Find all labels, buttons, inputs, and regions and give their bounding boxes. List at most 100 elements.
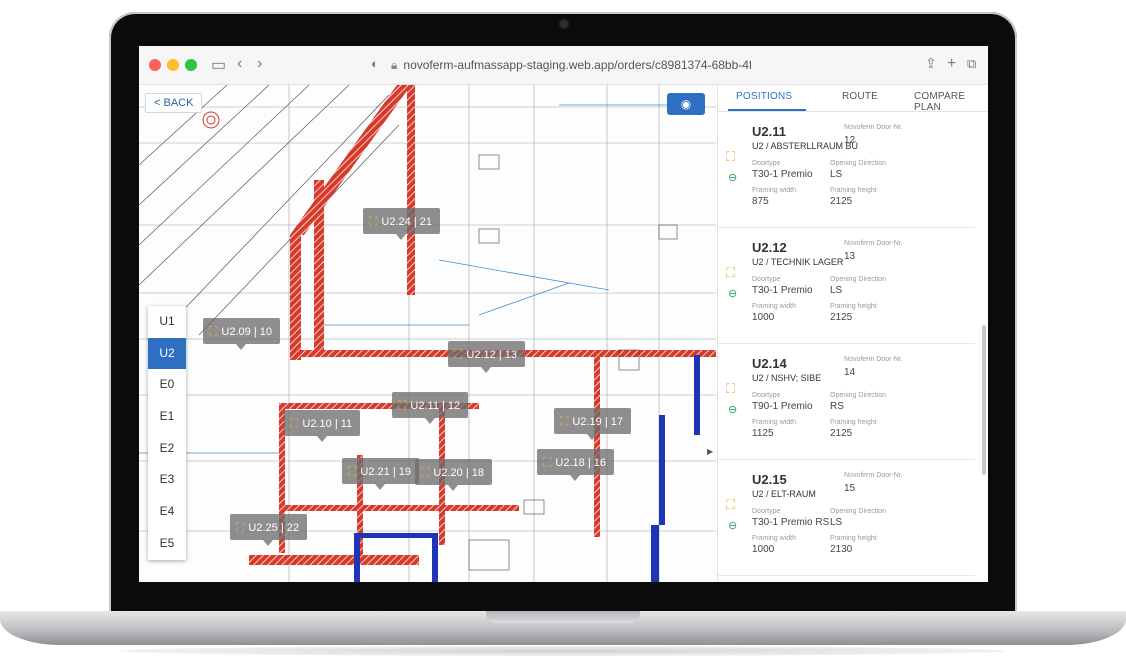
door-icon: ⛶ — [454, 347, 463, 361]
framing-height-value: 2130 — [830, 544, 853, 555]
screen: ▭ ‹ › ◐ 🔒︎ novoferm-aufmassapp-staging.we… — [139, 46, 988, 582]
position-marker[interactable]: ⛶ U2.12 | 13 — [448, 341, 525, 373]
position-card[interactable]: U2.12 U2 / TECHNIK LAGER Novoferm Door-N… — [718, 231, 975, 344]
door-icon: ⛶ — [236, 520, 245, 534]
position-marker[interactable]: ⛶ U2.21 | 19 — [342, 458, 419, 490]
position-card[interactable]: U2.11 U2 / ABSTERLLRAUM BÜ Novoferm Door… — [718, 115, 975, 228]
address-bar[interactable]: 🔒︎ novoferm-aufmassapp-staging.web.app/or… — [391, 54, 751, 76]
floor-e2[interactable]: E2 — [148, 433, 186, 465]
position-id: U2.15 — [752, 472, 787, 487]
position-marker[interactable]: ⛶ U2.20 | 18 — [415, 459, 492, 491]
url-text: novoferm-aufmassapp-staging.web.app/orde… — [403, 58, 751, 72]
marker-label: U2.18 | 16 — [555, 457, 606, 469]
position-marker[interactable]: ⛶ U2.24 | 21 — [363, 208, 440, 240]
eye-toggle-button[interactable]: ◉ — [667, 93, 705, 115]
tab-positions[interactable]: POSITIONS — [736, 91, 792, 102]
marker-label: U2.21 | 19 — [360, 466, 411, 478]
framing-height-label: Framing height — [830, 419, 877, 426]
back-label: BACK — [163, 97, 194, 109]
position-card[interactable]: U2.15 U2 / ELT-RAUM Novoferm Door-Nr. 15… — [718, 463, 975, 576]
position-card[interactable]: U2.14 U2 / NSHV; SIBE Novoferm Door-Nr. … — [718, 347, 975, 460]
position-marker[interactable]: ⛶ U2.25 | 22 — [230, 514, 307, 546]
marker-label: U2.19 | 17 — [572, 416, 623, 428]
marker-label: U2.11 | 12 — [410, 400, 461, 412]
floor-selector: U1 U2 E0 E1 E2 E3 E4 E5 — [148, 306, 186, 560]
floor-plan[interactable]: < BACK ◉ U1 U2 E0 E1 E2 E3 E4 E5 ⛶ U2.24 … — [139, 85, 716, 582]
shield-icon[interactable]: ◐ — [371, 56, 379, 71]
doortype-value: T30-1 Premio — [752, 285, 813, 296]
panel-scrollbar[interactable] — [982, 325, 986, 475]
position-room: U2 / ABSTERLLRAUM BÜ — [752, 141, 859, 151]
framing-width-label: Framing width — [752, 419, 796, 426]
door-position-icon: ⛶ — [726, 149, 736, 164]
floor-u1[interactable]: U1 — [148, 306, 186, 338]
floor-e4[interactable]: E4 — [148, 496, 186, 528]
framing-height-label: Framing height — [830, 187, 877, 194]
framing-height-value: 2125 — [830, 428, 853, 439]
new-tab-icon[interactable]: + — [947, 55, 956, 73]
position-marker[interactable]: ⛶ U2.10 | 11 — [284, 410, 361, 442]
link-icon[interactable]: ⊖ — [728, 403, 737, 416]
sidebar-icon[interactable]: ▭ — [211, 55, 226, 75]
door-icon: ⛶ — [421, 465, 430, 479]
close-window-button[interactable] — [149, 59, 161, 71]
expand-panel-icon[interactable]: ▶ — [707, 447, 713, 456]
opening-direction-label: Opening Direction — [830, 276, 887, 283]
floor-e1[interactable]: E1 — [148, 401, 186, 433]
opening-direction-value: LS — [830, 285, 843, 296]
framing-width-value: 1000 — [752, 544, 775, 555]
door-icon: ⛶ — [543, 455, 552, 469]
link-icon[interactable]: ⊖ — [728, 519, 737, 532]
door-nr-value: 15 — [844, 483, 856, 494]
position-marker[interactable]: ⛶ U2.18 | 16 — [537, 449, 614, 481]
doortype-value: T30-1 Premio — [752, 169, 813, 180]
back-button[interactable]: < BACK — [145, 93, 203, 113]
doortype-label: Doortype — [752, 160, 781, 167]
positions-panel: POSITIONS ROUTE COMPARE PLAN U2.11 U2 / … — [717, 85, 988, 582]
floor-e0[interactable]: E0 — [148, 369, 186, 401]
link-icon[interactable]: ⊖ — [728, 171, 737, 184]
door-nr-label: Novoferm Door-Nr. — [844, 472, 903, 479]
door-nr-label: Novoferm Door-Nr. — [844, 240, 903, 247]
framing-height-value: 2125 — [830, 312, 853, 323]
zoom-window-button[interactable] — [185, 59, 197, 71]
back-nav-icon[interactable]: ‹ — [237, 55, 242, 73]
door-nr-value: 13 — [844, 251, 856, 262]
door-icon: ⛶ — [290, 416, 299, 430]
marker-label: U2.12 | 13 — [466, 349, 517, 361]
door-position-icon: ⛶ — [726, 265, 736, 280]
marker-label: U2.25 | 22 — [248, 522, 299, 534]
tabs-overview-icon[interactable]: ⧉ — [967, 56, 976, 72]
doortype-value: T30-1 Premio RS — [752, 517, 830, 528]
floor-e3[interactable]: E3 — [148, 464, 186, 496]
position-marker[interactable]: ⛶ U2.19 | 17 — [554, 408, 631, 440]
laptop-notch — [486, 611, 640, 623]
opening-direction-value: LS — [830, 517, 843, 528]
laptop-shadow — [120, 646, 1006, 656]
floor-u2[interactable]: U2 — [148, 337, 186, 370]
door-icon: ⛶ — [398, 398, 407, 412]
panel-tabs: POSITIONS ROUTE COMPARE PLAN — [718, 85, 988, 113]
position-marker[interactable]: ⛶ U2.11 | 12 — [392, 392, 469, 424]
camera-icon — [560, 20, 568, 28]
opening-direction-label: Opening Direction — [830, 508, 887, 515]
floor-e5[interactable]: E5 — [148, 528, 186, 560]
door-icon: ⛶ — [348, 464, 357, 478]
door-nr-value: 12 — [844, 135, 856, 146]
door-position-icon: ⛶ — [726, 381, 736, 396]
framing-width-value: 875 — [752, 196, 769, 207]
position-marker[interactable]: ⛶ U2.09 | 10 — [203, 318, 280, 350]
marker-label: U2.10 | 11 — [302, 418, 353, 430]
framing-height-label: Framing height — [830, 303, 877, 310]
opening-direction-value: RS — [830, 401, 844, 412]
forward-nav-icon[interactable]: › — [257, 55, 262, 73]
minimize-window-button[interactable] — [167, 59, 179, 71]
door-icon: ⛶ — [209, 324, 218, 338]
share-icon[interactable]: ⇪ — [925, 55, 937, 72]
doortype-label: Doortype — [752, 276, 781, 283]
tab-compare-plan[interactable]: COMPARE PLAN — [914, 91, 988, 113]
framing-height-label: Framing height — [830, 535, 877, 542]
tab-route[interactable]: ROUTE — [842, 91, 878, 102]
link-icon[interactable]: ⊖ — [728, 287, 737, 300]
position-id: U2.12 — [752, 240, 787, 255]
